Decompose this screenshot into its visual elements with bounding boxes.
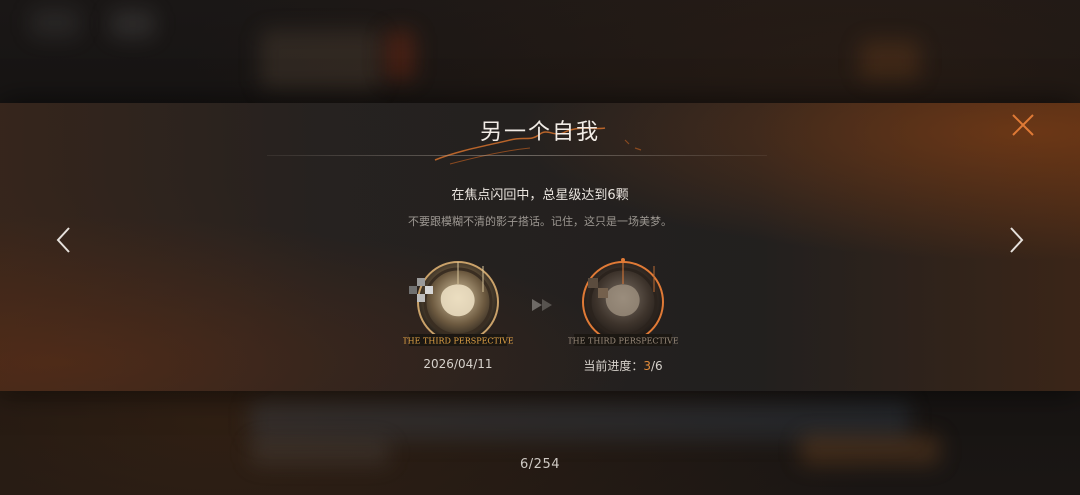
page-counter: 6/254 xyxy=(520,457,560,472)
progress-label: 当前进度： xyxy=(583,359,644,373)
chevron-right-icon xyxy=(1010,227,1024,253)
background-blur xyxy=(250,400,910,440)
next-button[interactable] xyxy=(1004,225,1028,255)
close-icon xyxy=(1012,114,1034,136)
background-blur xyxy=(110,10,155,38)
unlock-date: 2026/04/11 xyxy=(423,357,493,371)
previous-button[interactable] xyxy=(52,225,76,255)
achievement-title: 另一个自我 xyxy=(479,120,600,145)
achievement-badge-locked: THE THIRD PERSPECTIVE xyxy=(568,258,678,346)
progress-total: /6 xyxy=(650,359,663,373)
title-divider xyxy=(267,155,767,156)
badge-caption: THE THIRD PERSPECTIVE xyxy=(568,337,678,346)
background-blur xyxy=(260,30,380,90)
progress-current: 3 xyxy=(643,359,651,373)
achievement-condition: 在焦点闪回中，总星级达到6颗 xyxy=(451,188,629,203)
progress-text: 当前进度：3/6 xyxy=(563,357,683,374)
screen: 另一个自我 在焦点闪回中，总星级达到6颗 不要跟模糊不清的影子搭话。记住，这只是… xyxy=(0,0,1080,495)
chevron-left-icon xyxy=(56,227,70,253)
close-button[interactable] xyxy=(1008,110,1038,140)
background-blur xyxy=(385,30,415,80)
double-arrow-icon xyxy=(532,299,552,311)
background-blur xyxy=(30,8,80,38)
badge-caption: THE THIRD PERSPECTIVE xyxy=(403,337,513,346)
background-blur xyxy=(860,40,920,80)
achievement-badge-unlocked: THE THIRD PERSPECTIVE xyxy=(403,261,513,346)
achievement-flavor-text: 不要跟模糊不清的影子搭话。记住，这只是一场美梦。 xyxy=(408,215,672,228)
